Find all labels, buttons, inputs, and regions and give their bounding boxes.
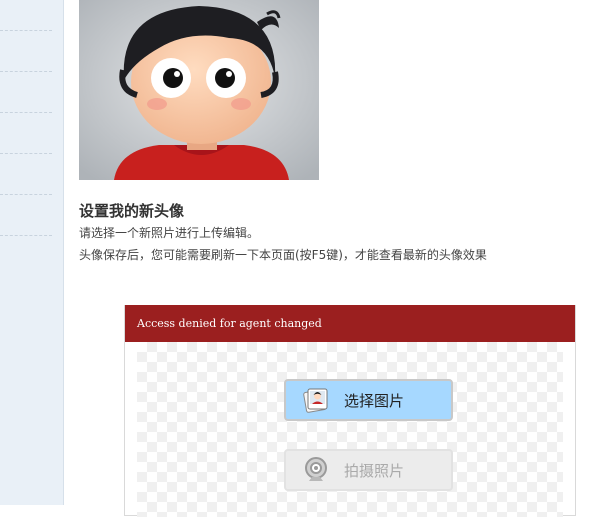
sidebar-divider [0, 194, 52, 195]
avatar-uploader-panel: Access denied for agent changed 选择图片 拍摄照… [124, 305, 576, 517]
left-sidebar [0, 0, 64, 505]
refresh-hint-text: 头像保存后，您可能需要刷新一下本页面(按F5键)，才能查看最新的头像效果 [79, 248, 487, 262]
current-avatar-image [79, 0, 319, 180]
sidebar-divider [0, 112, 52, 113]
take-photo-label: 拍摄照片 [344, 461, 405, 480]
take-photo-button[interactable]: 拍摄照片 [284, 449, 453, 491]
sidebar-divider [0, 235, 52, 236]
sidebar-divider [0, 71, 52, 72]
uploader-canvas: 选择图片 拍摄照片 [137, 342, 563, 517]
select-image-button[interactable]: 选择图片 [284, 379, 453, 421]
select-image-label: 选择图片 [344, 391, 405, 410]
sidebar-divider [0, 30, 52, 31]
instruction-text: 请选择一个新照片进行上传编辑。 [79, 226, 260, 240]
uploader-header: Access denied for agent changed [125, 305, 575, 342]
page-title: 设置我的新头像 [79, 202, 185, 220]
sidebar-divider [0, 153, 52, 154]
photo-icon [302, 386, 330, 414]
webcam-icon [302, 456, 330, 484]
